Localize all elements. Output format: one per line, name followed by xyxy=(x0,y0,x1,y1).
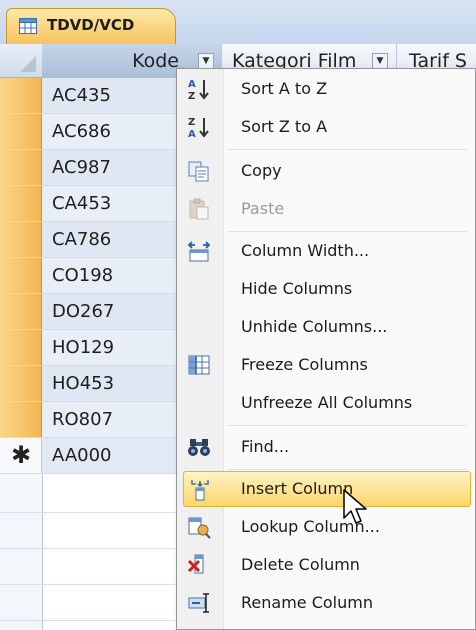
menu-item-unhide-columns[interactable]: Unhide Columns... xyxy=(177,309,475,345)
row-selector[interactable] xyxy=(0,186,42,221)
row-selector[interactable] xyxy=(0,330,42,365)
rename-column-icon xyxy=(188,593,209,613)
freeze-columns-icon xyxy=(188,355,210,375)
menu-item-label: Unhide Columns... xyxy=(241,317,388,336)
tab-tdvd-vcd[interactable]: TDVD/VCD xyxy=(6,8,176,44)
select-all-triangle-icon xyxy=(20,56,36,72)
menu-item-rename-column[interactable]: Rename Column xyxy=(177,585,475,621)
menu-item-insert-column[interactable]: Insert Column xyxy=(183,471,471,507)
menu-item-label: Insert Column xyxy=(241,479,354,498)
chevron-down-icon[interactable]: ▼ xyxy=(372,53,388,69)
row-selector[interactable] xyxy=(0,114,42,149)
menu-item-label: Paste xyxy=(241,199,285,218)
menu-item-label: Sort A to Z xyxy=(241,79,328,98)
menu-item-sort-a-to-z[interactable]: A Z Sort A to Z xyxy=(177,71,475,107)
paste-icon xyxy=(189,198,209,220)
menu-item-label: Delete Column xyxy=(241,555,360,574)
row-selector[interactable] xyxy=(0,222,42,257)
menu-item-freeze-columns[interactable]: Freeze Columns xyxy=(177,347,475,383)
menu-item-label: Copy xyxy=(241,161,282,180)
menu-separator xyxy=(227,231,467,232)
select-all-button[interactable] xyxy=(0,44,42,78)
menu-item-find[interactable]: Find... xyxy=(177,429,475,465)
column-header-label: Kode xyxy=(132,50,179,72)
menu-item-label: Find... xyxy=(241,437,290,456)
svg-text:A: A xyxy=(188,79,196,90)
mouse-pointer-icon xyxy=(343,489,367,524)
menu-item-paste[interactable]: Paste xyxy=(177,191,475,227)
menu-item-copy[interactable]: Copy xyxy=(177,153,475,189)
row-selector[interactable] xyxy=(0,294,42,329)
object-tab-strip: TDVD/VCD xyxy=(0,0,476,45)
menu-item-sort-z-to-a[interactable]: Z A Sort Z to A xyxy=(177,109,475,145)
menu-item-hide-columns[interactable]: Hide Columns xyxy=(177,271,475,307)
menu-item-lookup-column[interactable]: Lookup Column... xyxy=(177,509,475,545)
row-selector[interactable] xyxy=(0,258,42,293)
copy-icon xyxy=(188,161,209,182)
row-selector[interactable] xyxy=(0,402,42,437)
insert-column-icon xyxy=(191,480,209,501)
new-record-icon: ✱ xyxy=(11,441,32,469)
menu-item-label: Sort Z to A xyxy=(241,117,328,136)
table-icon xyxy=(19,18,37,34)
menu-item-label: Unfreeze All Columns xyxy=(241,393,413,412)
binoculars-icon xyxy=(188,439,210,456)
sort-descending-icon: Z A xyxy=(188,117,209,139)
svg-text:Z: Z xyxy=(188,91,195,101)
tab-label: TDVD/VCD xyxy=(47,16,135,34)
svg-text:Z: Z xyxy=(188,117,195,128)
lookup-column-icon xyxy=(188,517,211,539)
row-selector[interactable] xyxy=(0,78,42,113)
row-selector[interactable] xyxy=(0,150,42,185)
menu-item-column-width[interactable]: Column Width... xyxy=(177,233,475,269)
sort-ascending-icon: A Z xyxy=(188,79,209,101)
svg-text:A: A xyxy=(188,129,196,139)
menu-separator xyxy=(227,425,467,426)
menu-item-label: Rename Column xyxy=(241,593,373,612)
menu-separator xyxy=(227,149,467,150)
chevron-down-icon[interactable]: ▼ xyxy=(198,53,214,69)
menu-item-delete-column[interactable]: Delete Column xyxy=(177,547,475,583)
menu-item-label: Hide Columns xyxy=(241,279,353,298)
row-selector[interactable] xyxy=(0,366,42,401)
menu-item-label: Freeze Columns xyxy=(241,355,368,374)
delete-column-icon xyxy=(187,554,204,574)
column-width-icon xyxy=(187,241,211,262)
menu-item-label: Column Width... xyxy=(241,241,370,260)
column-context-menu: A Z Sort A to Z Z A Sort Z to A Copy Pas… xyxy=(176,68,476,630)
menu-separator xyxy=(227,469,467,470)
menu-item-unfreeze-all-columns[interactable]: Unfreeze All Columns xyxy=(177,385,475,421)
row-selector[interactable]: ✱ xyxy=(0,438,42,473)
